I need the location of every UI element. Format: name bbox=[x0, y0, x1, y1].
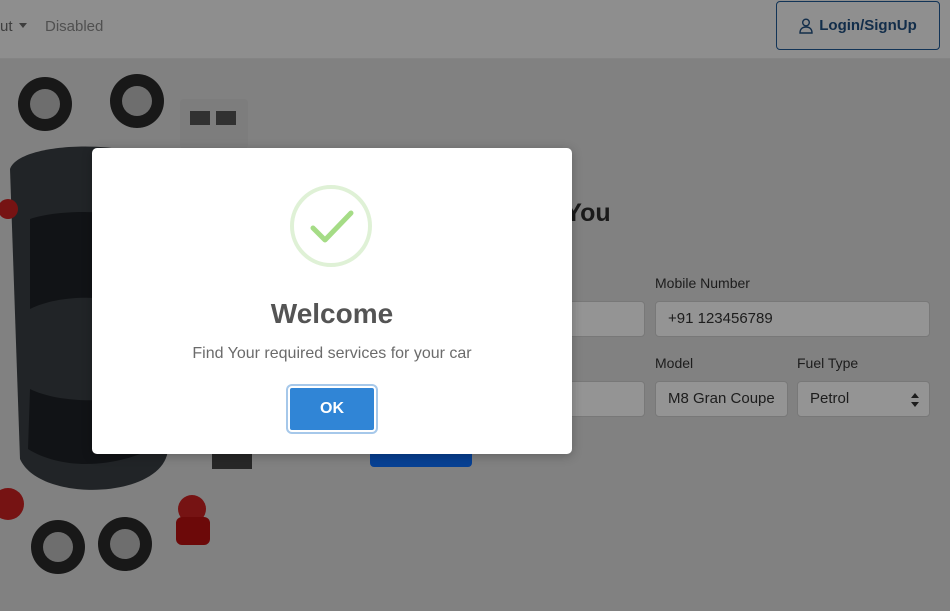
welcome-dialog: Welcome Find Your required services for … bbox=[92, 148, 572, 454]
success-check-icon bbox=[290, 185, 372, 267]
dialog-title: Welcome bbox=[270, 298, 394, 329]
ok-button[interactable]: OK bbox=[288, 386, 376, 432]
dialog-message: Find Your required services for your car bbox=[192, 345, 472, 362]
